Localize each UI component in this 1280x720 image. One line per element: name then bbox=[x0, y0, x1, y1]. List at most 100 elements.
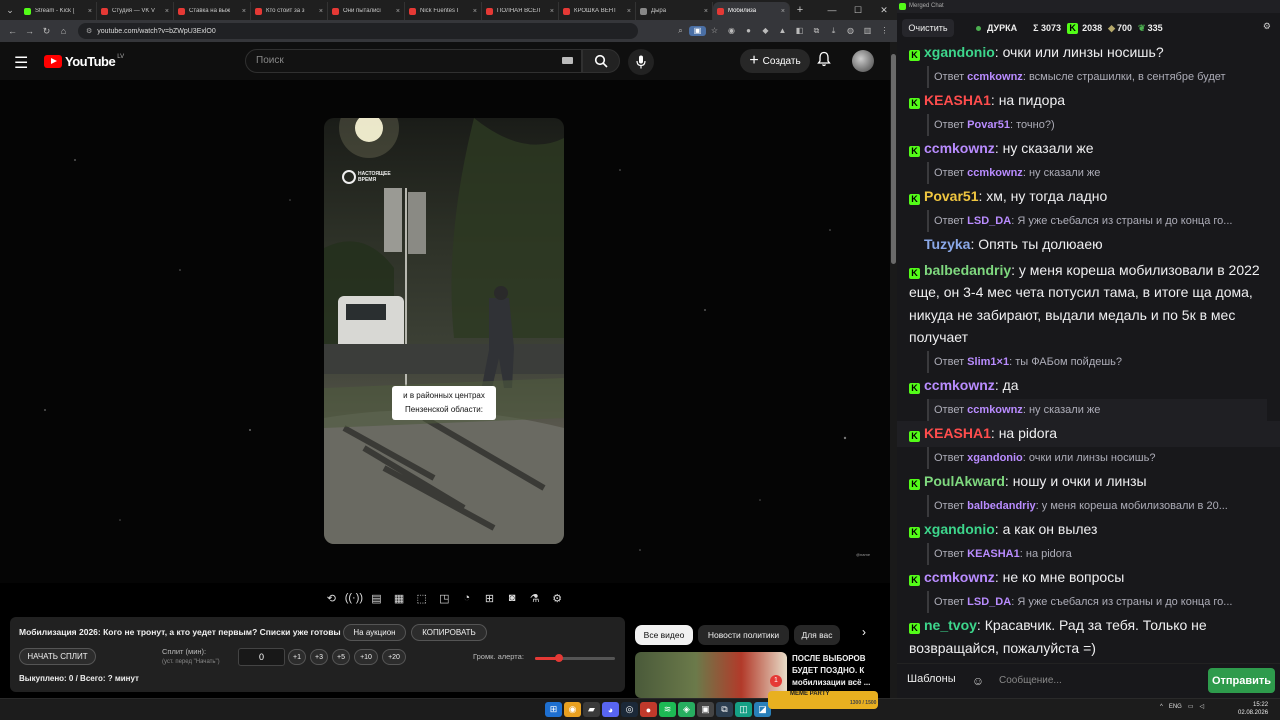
auction-button[interactable]: На аукцион bbox=[343, 624, 406, 641]
clear-chat-button[interactable]: Очистить bbox=[902, 19, 954, 37]
extension-icon-1[interactable]: ◉ bbox=[723, 26, 740, 36]
search-button[interactable] bbox=[582, 49, 620, 73]
home-icon[interactable]: ⌂ bbox=[55, 26, 72, 36]
settings-gear-icon[interactable]: ⚙ bbox=[546, 592, 569, 605]
clock[interactable]: 15:22 02.08.2026 bbox=[1238, 701, 1268, 717]
chat-message[interactable]: Kccmkownz: да bbox=[897, 373, 1280, 399]
back-icon[interactable]: ← bbox=[4, 26, 21, 36]
video-player[interactable]: НАСТОЯЩЕЕ ВРЕМЯ и в районных центрах Пен… bbox=[0, 80, 890, 583]
language-indicator[interactable]: ENG bbox=[1169, 704, 1182, 710]
reply-context[interactable]: Ответ KEASHA1: на pidora bbox=[927, 542, 1267, 565]
new-tab-button[interactable]: + bbox=[790, 4, 810, 16]
extension-icon-5[interactable]: ◧ bbox=[791, 26, 808, 36]
explorer-icon[interactable]: ▰ bbox=[583, 702, 600, 717]
tab-close-icon[interactable]: × bbox=[396, 8, 400, 15]
chat-username[interactable]: KEASHA1 bbox=[924, 92, 991, 108]
chip-next-icon[interactable]: › bbox=[855, 625, 873, 645]
reload-icon[interactable]: ↻ bbox=[38, 26, 55, 37]
tab-close-icon[interactable]: × bbox=[88, 8, 92, 15]
tab-close-icon[interactable]: × bbox=[242, 8, 246, 15]
chat-username[interactable]: PoulAkward bbox=[924, 473, 1005, 489]
chat-username[interactable]: Povar51 bbox=[924, 188, 978, 204]
captions-settings-icon[interactable]: ▤ bbox=[365, 592, 388, 605]
reply-context[interactable]: Ответ ccmkownz: всмысле страшилки, в сен… bbox=[927, 65, 1267, 88]
loop-icon[interactable]: ⟲ bbox=[320, 592, 343, 605]
chat-message[interactable]: Kne_tvoy: Красавчик. Рад за тебя. Только… bbox=[897, 613, 1280, 660]
split-step-button[interactable]: +3 bbox=[310, 649, 328, 665]
clapper-icon[interactable]: ▦ bbox=[388, 592, 411, 605]
notifications-bell-icon[interactable] bbox=[817, 51, 831, 72]
chat-username[interactable]: balbedandriy bbox=[924, 262, 1011, 278]
close-icon[interactable]: ✕ bbox=[871, 5, 897, 16]
chat-message[interactable]: Kccmkownz: ну сказали же bbox=[897, 136, 1280, 162]
split-minutes-input[interactable]: 0 bbox=[238, 648, 285, 666]
browser-tab[interactable]: Мобилиза × bbox=[713, 2, 790, 20]
chat-message[interactable]: Kbalbedandriy: у меня кореша мобилизовал… bbox=[897, 258, 1280, 351]
browser-tab[interactable]: Ставка на выж × bbox=[174, 2, 251, 20]
spotify-icon[interactable]: ≋ bbox=[659, 702, 676, 717]
browser-tab[interactable]: Кто стоит за з × bbox=[251, 2, 328, 20]
recommendation-title[interactable]: ПОСЛЕ ВЫБОРОВ БУДЕТ ПОЗДНО. К мобилизаци… bbox=[792, 653, 882, 689]
tab-close-icon[interactable]: × bbox=[627, 8, 631, 15]
extension-icon-2[interactable]: ● bbox=[740, 26, 757, 36]
site-info-icon[interactable]: ⚙ bbox=[86, 27, 92, 35]
start-split-button[interactable]: НАЧАТЬ СПЛИТ bbox=[19, 648, 96, 665]
chat-message[interactable]: Tuzyka: Опять ты долюаею bbox=[897, 232, 1280, 258]
copy-button[interactable]: КОПИРОВАТЬ bbox=[411, 624, 487, 641]
bookmark-star-icon[interactable]: ☆ bbox=[706, 26, 723, 36]
tab-close-icon[interactable]: × bbox=[781, 8, 785, 15]
reply-username[interactable]: ccmkownz bbox=[967, 404, 1023, 416]
split-step-button[interactable]: +20 bbox=[382, 649, 406, 665]
browser-tab[interactable]: Они пыталисі × bbox=[328, 2, 405, 20]
sidebar-icon[interactable]: ▥ bbox=[859, 26, 876, 36]
puzzle-extensions-icon[interactable]: ⧉ bbox=[808, 26, 825, 36]
tab-close-icon[interactable]: × bbox=[319, 8, 323, 15]
broadcast-icon[interactable]: ((·)) bbox=[343, 592, 366, 604]
alert-volume-slider[interactable] bbox=[535, 654, 615, 662]
chat-message[interactable]: K KEASHA1: на pidora bbox=[897, 421, 1280, 447]
chat-message-list[interactable]: Kxgandonio: очки или линзы носишь? Ответ … bbox=[897, 40, 1280, 660]
browser-tab[interactable]: Stream - Kick [× bbox=[20, 2, 97, 20]
chat-username[interactable]: ne_tvoy bbox=[924, 617, 977, 633]
chat-message[interactable]: K PoulAkward: ношу и очки и линзы bbox=[897, 469, 1280, 495]
chat-username[interactable]: Tuzyka bbox=[924, 236, 970, 252]
chrome-icon[interactable]: ◉ bbox=[564, 702, 581, 717]
add-clip-icon[interactable]: ⊞ bbox=[478, 592, 501, 605]
scrollbar-thumb[interactable] bbox=[891, 54, 896, 264]
reply-context[interactable]: Ответ balbedandriy: у меня кореша мобили… bbox=[927, 494, 1267, 517]
chat-settings-icon[interactable]: ⚙ bbox=[1263, 21, 1271, 32]
reply-username[interactable]: balbedandriy bbox=[967, 500, 1035, 512]
keyboard-icon[interactable] bbox=[562, 57, 573, 64]
reply-username[interactable]: Povar51 bbox=[967, 119, 1010, 131]
create-button[interactable]: + Создать bbox=[740, 49, 810, 73]
reply-username[interactable]: LSD_DA bbox=[967, 215, 1011, 227]
meme-party-widget[interactable]: MEME PARTY 1300 / 1500 bbox=[768, 691, 878, 709]
browser-tab[interactable]: ПОЛНАЯ ВСЕЛ × bbox=[482, 2, 559, 20]
extension-icon-3[interactable]: ◆ bbox=[757, 26, 774, 36]
app-icon-green[interactable]: ◈ bbox=[678, 702, 695, 717]
chat-username[interactable]: ccmkownz bbox=[924, 569, 995, 585]
reply-username[interactable]: KEASHA1 bbox=[967, 548, 1020, 560]
split-step-button[interactable]: +10 bbox=[354, 649, 378, 665]
tab-close-icon[interactable]: × bbox=[704, 8, 708, 15]
chat-username[interactable]: ccmkownz bbox=[924, 140, 995, 156]
reply-context[interactable]: Ответ ccmkownz: ну сказали же bbox=[927, 398, 1267, 421]
recommendation-thumbnail[interactable] bbox=[635, 652, 787, 698]
screen-crop-icon[interactable]: ⬚ bbox=[410, 592, 433, 605]
app-icon-teal[interactable]: ◫ bbox=[735, 702, 752, 717]
profile-icon[interactable]: ◍ bbox=[842, 26, 859, 36]
reply-username[interactable]: LSD_DA bbox=[967, 596, 1011, 608]
maximize-icon[interactable]: ☐ bbox=[845, 5, 871, 16]
forward-icon[interactable]: → bbox=[21, 26, 38, 36]
split-step-button[interactable]: +1 bbox=[288, 649, 306, 665]
search-input[interactable]: Поиск bbox=[245, 49, 582, 73]
chat-username[interactable]: xgandonio bbox=[924, 521, 995, 537]
chat-username[interactable]: xgandonio bbox=[924, 44, 995, 60]
chat-message[interactable]: Kxgandonio: очки или линзы носишь? bbox=[897, 40, 1280, 66]
browser-tab[interactable]: КРОШКА ВЕНТ × bbox=[559, 2, 636, 20]
chat-message[interactable]: K KEASHA1: на пидора bbox=[897, 88, 1280, 114]
reply-context[interactable]: Ответ ccmkownz: ну сказали же bbox=[927, 161, 1267, 184]
download-icon[interactable]: ⤓ bbox=[825, 26, 842, 36]
url-field[interactable]: ⚙ youtube.com/watch?v=bZWpU3ExlO0 bbox=[78, 23, 638, 39]
voice-search-button[interactable] bbox=[628, 49, 654, 75]
